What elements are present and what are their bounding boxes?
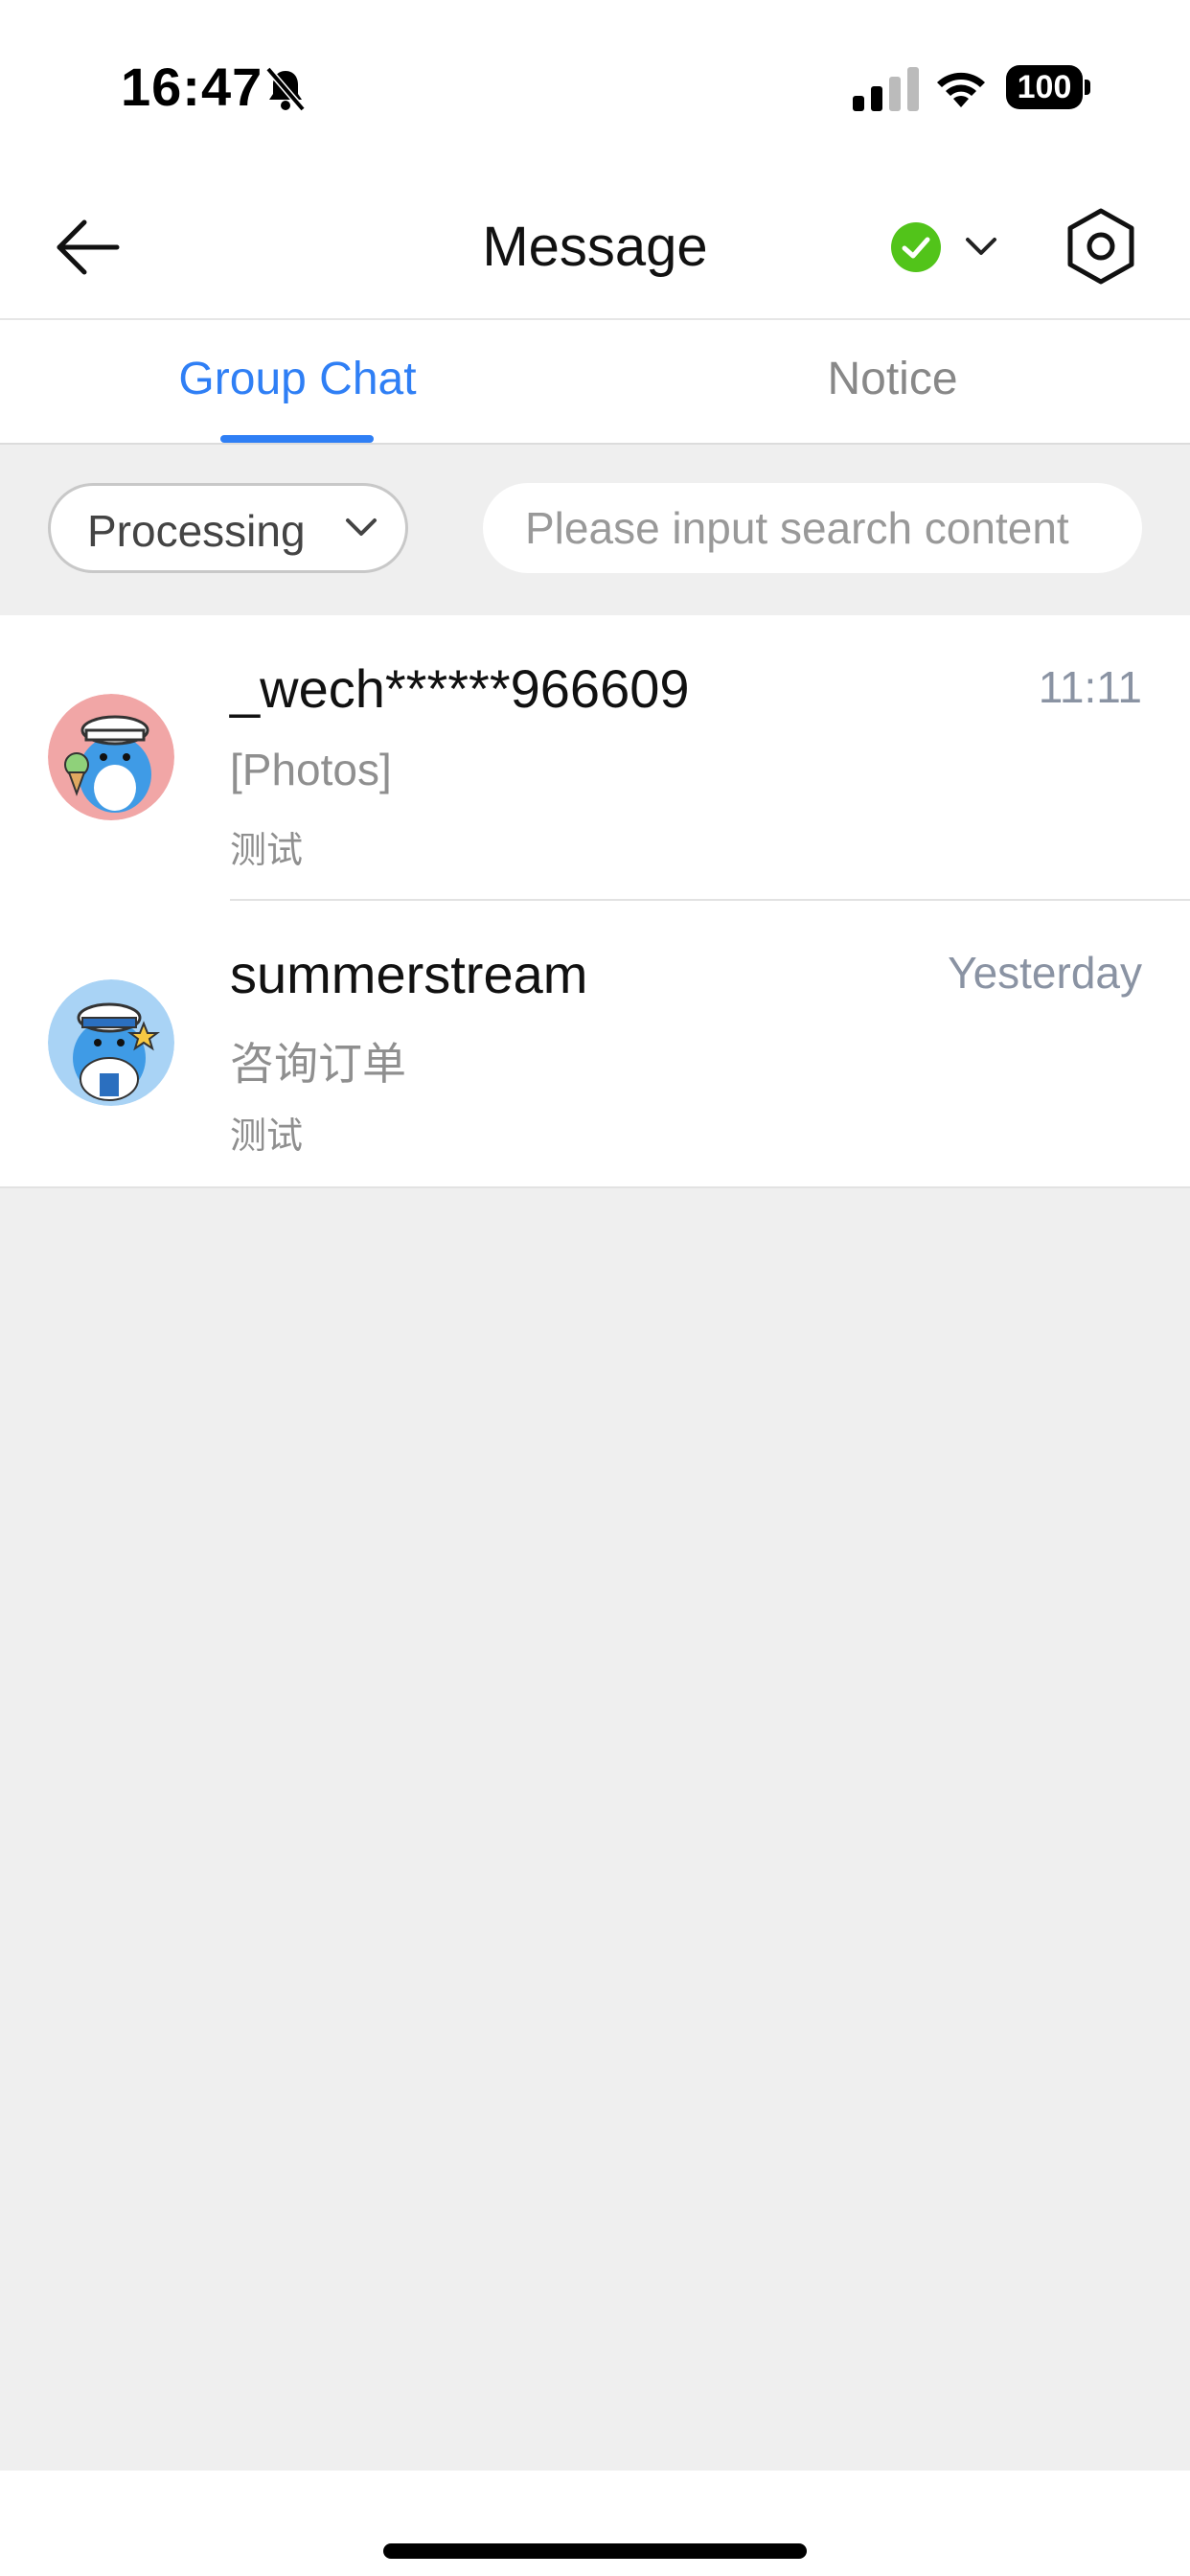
filter-bar: Processing: [0, 445, 1190, 615]
wifi-icon: [937, 72, 985, 107]
status-bar: 16:47 100: [0, 0, 1190, 172]
tab-bar: Group Chat Notice: [0, 320, 1190, 445]
empty-list-area: [0, 1186, 1190, 2472]
conversation-item[interactable]: _wech******966609 11:11 [Photos] 测试: [0, 615, 1190, 901]
chevron-down-icon: [346, 518, 377, 536]
status-filter-dropdown[interactable]: Processing: [48, 483, 408, 573]
tab-group-chat[interactable]: Group Chat: [0, 320, 595, 443]
nav-header: Message: [0, 172, 1190, 320]
settings-icon[interactable]: [1060, 205, 1142, 288]
tab-label: Notice: [827, 354, 958, 404]
bell-off-icon: [265, 66, 306, 112]
chevron-down-icon: [966, 238, 996, 255]
cellular-signal-icon: [853, 67, 919, 111]
conversation-time: 11:11: [1038, 662, 1142, 712]
active-tab-indicator: [220, 435, 374, 443]
conversation-preview: 咨询订单: [230, 1039, 406, 1089]
search-input[interactable]: [483, 483, 1142, 573]
dolphin-avatar-icon: [48, 694, 174, 820]
conversation-tag: 测试: [230, 1116, 304, 1157]
online-status-dropdown[interactable]: [885, 217, 1000, 278]
page-title: Message: [482, 216, 708, 278]
online-status-icon: [891, 222, 941, 272]
conversation-name: summerstream: [230, 944, 588, 1004]
conversation-time: Yesterday: [948, 948, 1142, 998]
conversation-item[interactable]: summerstream Yesterday 咨询订单 测试: [0, 901, 1190, 1186]
conversation-preview: [Photos]: [230, 745, 392, 794]
status-time: 16:47: [121, 57, 263, 117]
battery-icon: 100: [1006, 65, 1092, 109]
tab-label: Group Chat: [178, 354, 417, 404]
tab-notice[interactable]: Notice: [595, 320, 1190, 443]
battery-level: 100: [1006, 65, 1083, 109]
conversation-tag: 测试: [230, 831, 304, 871]
conversation-list: _wech******966609 11:11 [Photos] 测试 summ…: [0, 615, 1190, 1186]
dolphin-avatar-icon: [48, 979, 174, 1106]
conversation-name: _wech******966609: [230, 658, 690, 719]
home-indicator[interactable]: [383, 2543, 807, 2559]
home-bar-area: [0, 2471, 1190, 2576]
status-filter-value: Processing: [87, 506, 306, 556]
